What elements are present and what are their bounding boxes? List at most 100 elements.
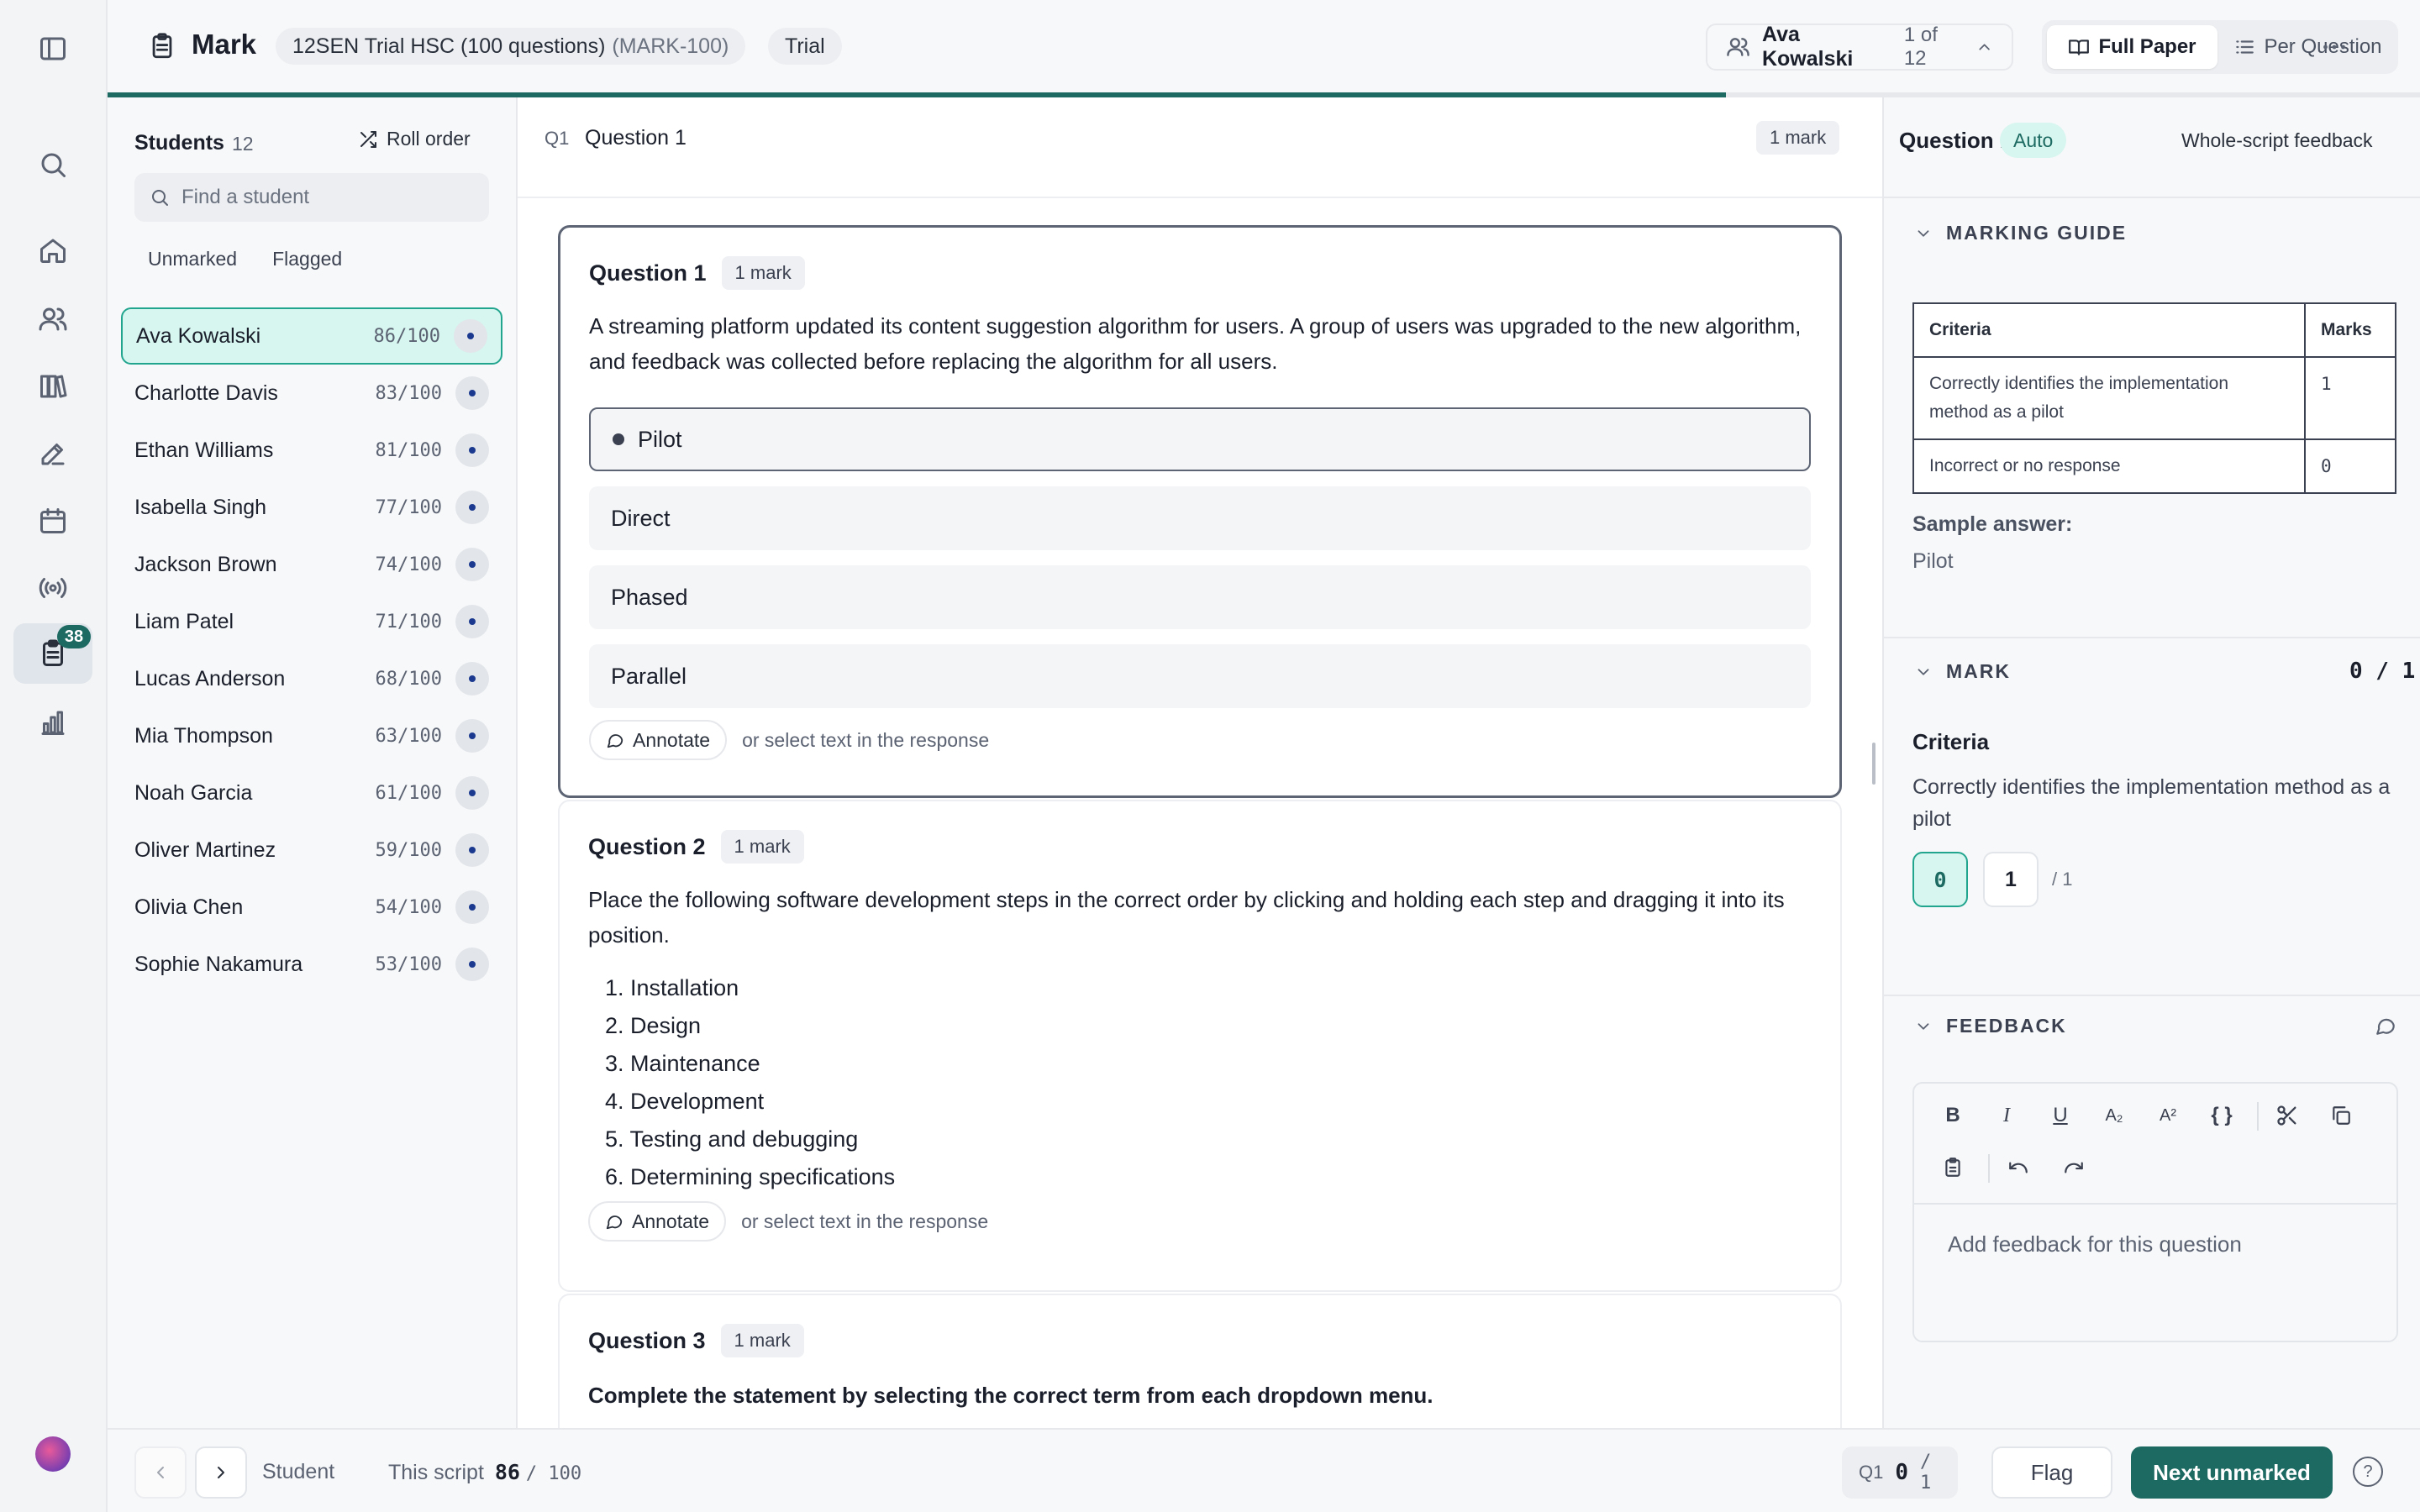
status-dot-icon[interactable] bbox=[455, 376, 489, 410]
student-score: 86/100 bbox=[373, 325, 440, 347]
student-score: 71/100 bbox=[375, 611, 442, 633]
code-button[interactable]: { } bbox=[2202, 1095, 2242, 1136]
whole-script-feedback-link[interactable]: Whole-script feedback bbox=[2181, 129, 2373, 152]
status-dot-icon[interactable] bbox=[455, 719, 489, 753]
roll-order-button[interactable]: Roll order bbox=[358, 128, 471, 150]
option-direct[interactable]: Direct bbox=[589, 486, 1811, 550]
student-name: Oliver Martinez bbox=[134, 837, 276, 862]
student-row[interactable]: Olivia Chen 54/100 bbox=[121, 879, 502, 936]
student-row[interactable]: Mia Thompson 63/100 bbox=[121, 707, 502, 764]
status-dot-icon[interactable] bbox=[455, 890, 489, 924]
annotate-button[interactable]: Annotate bbox=[589, 720, 728, 760]
option-parallel[interactable]: Parallel bbox=[589, 644, 1811, 708]
question-marks-badge: 1 mark bbox=[1756, 121, 1840, 155]
student-row[interactable]: Sophie Nakamura 53/100 bbox=[121, 936, 502, 993]
student-row[interactable]: Ethan Williams 81/100 bbox=[121, 422, 502, 479]
script-view: Q1 Question 1 1 mark Question 1 1 mark A… bbox=[518, 97, 1882, 1428]
question-card-2[interactable]: Question 2 1 mark Place the following so… bbox=[558, 800, 1842, 1292]
flag-button[interactable]: Flag bbox=[1991, 1446, 2112, 1499]
panel-question-title: Question 1 bbox=[1899, 128, 2012, 153]
library-icon[interactable] bbox=[13, 356, 92, 417]
list-item: 3. Maintenance bbox=[605, 1051, 760, 1076]
previous-student-button[interactable] bbox=[134, 1446, 187, 1499]
exam-name: 12SEN Trial HSC (100 questions) bbox=[292, 34, 606, 58]
student-switcher[interactable]: Ava Kowalski 1 of 12 bbox=[1706, 23, 2013, 71]
student-name: Mia Thompson bbox=[134, 723, 273, 748]
search-icon[interactable] bbox=[13, 134, 92, 195]
more-options-icon[interactable] bbox=[2319, 32, 2349, 62]
question-card-3[interactable]: Question 3 1 mark Complete the statement… bbox=[558, 1294, 1842, 1428]
student-search-input[interactable] bbox=[182, 186, 467, 209]
annotate-hint: or select text in the response bbox=[741, 1210, 989, 1232]
marking-guide-toggle[interactable]: MARKING GUIDE bbox=[1914, 222, 2127, 244]
users-icon bbox=[1727, 38, 1749, 56]
feedback-input[interactable] bbox=[1914, 1206, 2396, 1341]
next-unmarked-button[interactable]: Next unmarked bbox=[2131, 1446, 2333, 1499]
status-dot-icon[interactable] bbox=[455, 776, 489, 810]
mark-option-1[interactable]: 1 bbox=[1983, 852, 2039, 907]
annotate-button[interactable]: Annotate bbox=[588, 1201, 727, 1242]
underline-button[interactable]: U bbox=[2040, 1095, 2081, 1136]
exam-chip[interactable]: 12SEN Trial HSC (100 questions) (MARK-10… bbox=[276, 28, 746, 65]
exam-code: (MARK-100) bbox=[612, 34, 729, 58]
table-cell: 0 bbox=[2304, 438, 2396, 494]
broadcast-icon[interactable] bbox=[13, 558, 92, 618]
student-row[interactable]: Ava Kowalski 86/100 bbox=[121, 307, 502, 365]
student-row[interactable]: Jackson Brown 74/100 bbox=[121, 536, 502, 593]
mark-section-toggle[interactable]: MARK bbox=[1914, 660, 2011, 683]
student-row[interactable]: Isabella Singh 77/100 bbox=[121, 479, 502, 536]
home-icon[interactable] bbox=[13, 220, 92, 281]
status-dot-icon[interactable] bbox=[455, 433, 489, 467]
copy-icon[interactable] bbox=[2321, 1095, 2361, 1136]
shuffle-icon bbox=[360, 130, 376, 148]
question-score-tag: Q1 bbox=[1859, 1462, 1884, 1483]
filter-unmarked[interactable]: Unmarked bbox=[134, 239, 250, 279]
student-row[interactable]: Oliver Martinez 59/100 bbox=[121, 822, 502, 879]
student-row[interactable]: Liam Patel 71/100 bbox=[121, 593, 502, 650]
scissors-icon[interactable] bbox=[2267, 1095, 2307, 1136]
help-icon[interactable]: ? bbox=[2353, 1457, 2383, 1487]
panel-resize-handle[interactable] bbox=[1872, 743, 1876, 785]
student-row[interactable]: Noah Garcia 61/100 bbox=[121, 764, 502, 822]
subscript-button[interactable]: A₂ bbox=[2094, 1095, 2134, 1136]
pencil-icon[interactable] bbox=[13, 423, 92, 484]
mark-option-0[interactable]: 0 bbox=[1912, 852, 1968, 907]
next-student-button[interactable] bbox=[195, 1446, 247, 1499]
status-dot-icon[interactable] bbox=[454, 319, 487, 353]
student-row[interactable]: Charlotte Davis 83/100 bbox=[121, 365, 502, 422]
superscript-button[interactable]: A² bbox=[2148, 1095, 2188, 1136]
marking-panel: Question 1 Auto Whole-script feedback MA… bbox=[1882, 97, 2420, 1428]
redo-icon[interactable] bbox=[2054, 1147, 2094, 1188]
ordered-answer-list: 1. Installation 2. Design 3. Maintenance… bbox=[588, 969, 1812, 1196]
question-card-1[interactable]: Question 1 1 mark A streaming platform u… bbox=[558, 225, 1842, 798]
calendar-icon[interactable] bbox=[13, 491, 92, 551]
student-score: 77/100 bbox=[375, 496, 442, 518]
tab-full-paper[interactable]: Full Paper bbox=[2047, 25, 2217, 69]
sidebar-toggle-icon[interactable] bbox=[13, 18, 92, 79]
chart-icon[interactable] bbox=[13, 692, 92, 753]
question-title: Question 3 bbox=[588, 1327, 706, 1353]
question-title: Question 1 bbox=[589, 260, 707, 286]
avatar[interactable] bbox=[35, 1436, 71, 1472]
italic-button[interactable]: I bbox=[1986, 1095, 2027, 1136]
option-phased[interactable]: Phased bbox=[589, 565, 1811, 629]
status-dot-icon[interactable] bbox=[455, 833, 489, 867]
feedback-section-toggle[interactable]: FEEDBACK bbox=[1914, 1015, 2067, 1037]
bold-button[interactable]: B bbox=[1933, 1095, 1973, 1136]
comment-icon[interactable] bbox=[2375, 1015, 2396, 1037]
status-dot-icon[interactable] bbox=[455, 491, 489, 524]
filter-flagged[interactable]: Flagged bbox=[259, 239, 355, 279]
student-row[interactable]: Lucas Anderson 68/100 bbox=[121, 650, 502, 707]
status-dot-icon[interactable] bbox=[455, 662, 489, 696]
status-dot-icon[interactable] bbox=[455, 948, 489, 981]
option-pilot[interactable]: Pilot bbox=[589, 407, 1811, 471]
mark-out-of: / 1 bbox=[2052, 869, 2073, 890]
option-label: Parallel bbox=[611, 663, 687, 689]
status-dot-icon[interactable] bbox=[455, 548, 489, 581]
paste-icon[interactable] bbox=[1933, 1147, 1973, 1188]
tab-per-question[interactable]: Per Question bbox=[2223, 25, 2393, 69]
undo-icon[interactable] bbox=[1998, 1147, 2039, 1188]
users-icon[interactable] bbox=[13, 289, 92, 349]
book-open-icon bbox=[2069, 39, 2090, 55]
status-dot-icon[interactable] bbox=[455, 605, 489, 638]
